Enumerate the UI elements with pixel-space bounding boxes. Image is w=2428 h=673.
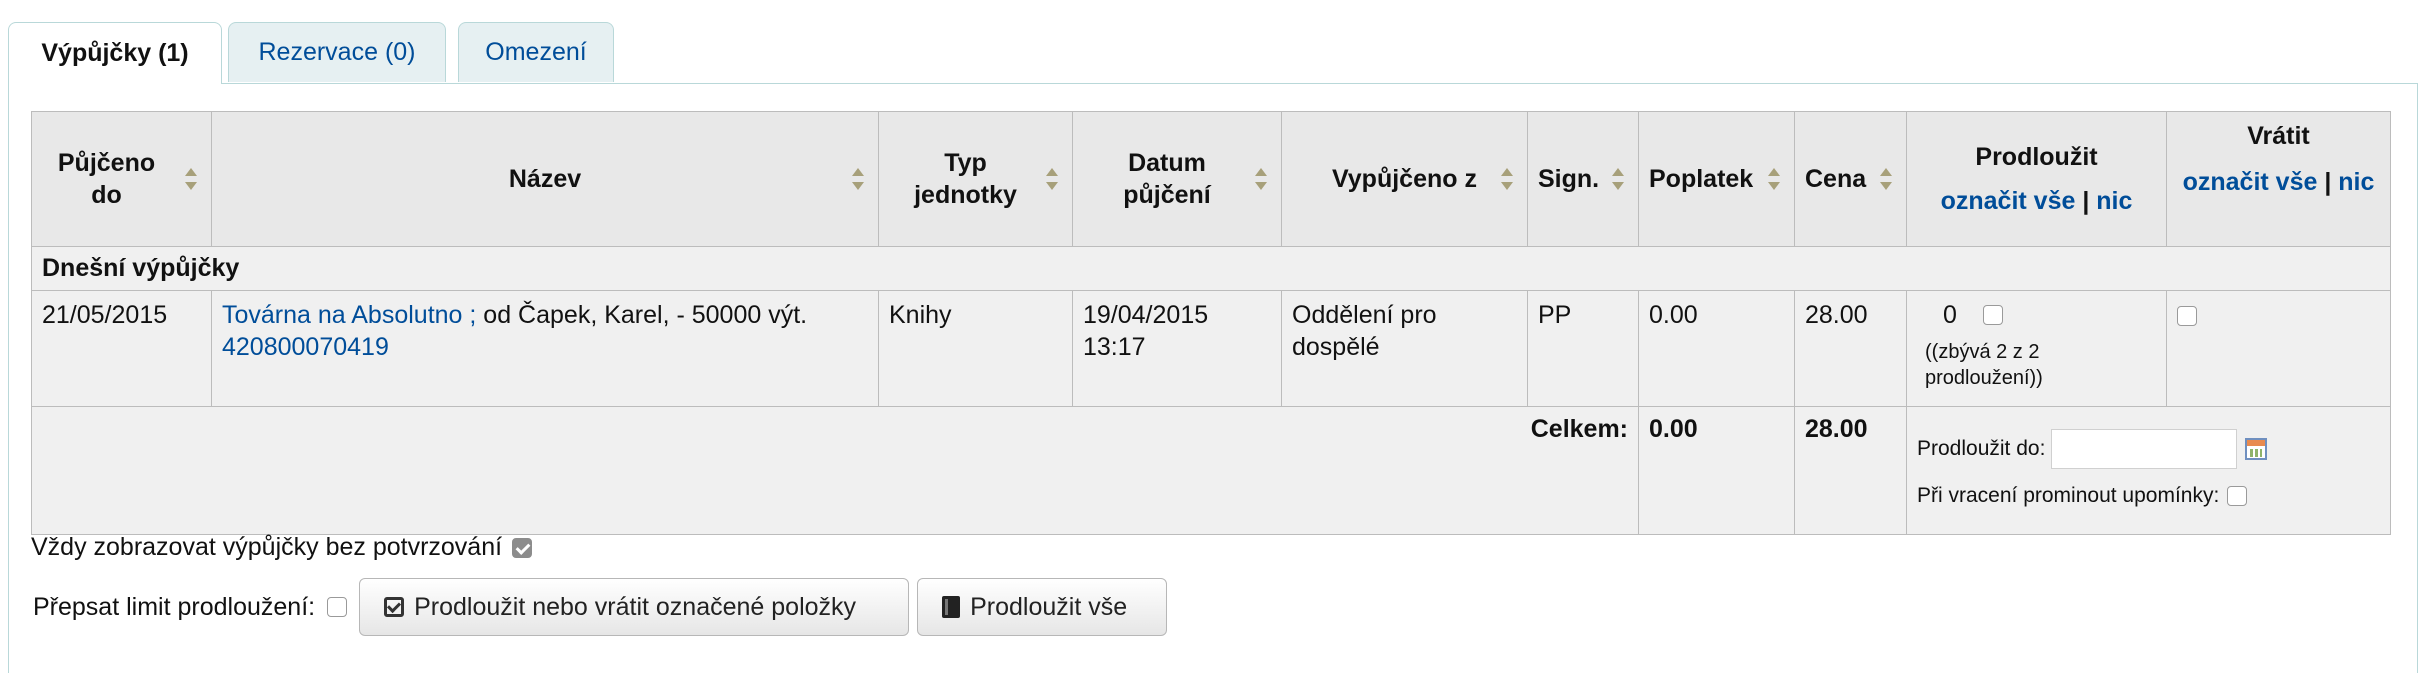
cell-title: Továrna na Absolutno ; od Čapek, Karel, … <box>211 290 879 407</box>
col-issuedate[interactable]: Datum půjčení <box>1072 111 1282 247</box>
renew-select-all-link[interactable]: označit vše <box>1941 187 2076 215</box>
group-label: Dnešní výpůjčky <box>31 246 2391 291</box>
col-branch-label: Vypůjčeno z <box>1332 165 1477 193</box>
col-issuedate-label: Datum půjčení <box>1123 149 1211 209</box>
col-itemtype[interactable]: Typ jednotky <box>878 111 1073 247</box>
col-itemtype-label: Typ jednotky <box>914 149 1017 209</box>
tab-holds[interactable]: Rezervace (0) <box>228 22 446 82</box>
col-callno-label: Sign. <box>1538 165 1600 193</box>
skip-reminders-checkbox[interactable] <box>2227 486 2248 506</box>
separator: | <box>2082 187 2090 215</box>
renew-all-label: Prodloužit vše <box>970 592 1128 621</box>
always-show-label: Vždy zobrazovat výpůjčky bez potvrzování <box>31 533 503 561</box>
col-renew: Prodloužit označit vše | nic <box>1906 111 2167 247</box>
return-checkbox[interactable] <box>2177 306 2197 327</box>
renew-count: 0 <box>1943 301 1957 329</box>
tab-checkouts[interactable]: Výpůjčky (1) <box>8 22 222 84</box>
renew-note: ((zbývá 2 z 2 prodloužení)) <box>1925 341 2043 389</box>
col-renew-label: Prodloužit <box>1975 143 2098 171</box>
cell-price: 28.00 <box>1794 290 1907 407</box>
table-row: 21/05/2015 Továrna na Absolutno ; od Čap… <box>31 290 2391 407</box>
totals-charge: 0.00 <box>1638 406 1795 535</box>
cell-issuedate: 19/04/2015 13:17 <box>1072 290 1282 407</box>
cell-charge: 0.00 <box>1638 290 1795 407</box>
col-return: Vrátit označit vše | nic <box>2166 111 2391 247</box>
renew-until-input[interactable] <box>2051 429 2238 469</box>
totals-label: Celkem: <box>31 406 1639 535</box>
sort-icon <box>852 168 864 190</box>
renew-until-label: Prodloužit do: <box>1917 437 2046 460</box>
col-branch[interactable]: Vypůjčeno z <box>1281 111 1528 247</box>
separator: | <box>2324 168 2332 196</box>
totals-price: 28.00 <box>1794 406 1907 535</box>
renew-all-button[interactable]: Prodloužit vše <box>917 578 1168 636</box>
issuedate-value: 19/04/2015 13:17 <box>1083 301 1209 361</box>
sort-icon <box>185 168 197 190</box>
renew-or-return-label: Prodloužit nebo vrátit označené položky <box>414 592 857 621</box>
barcode-link[interactable]: 420800070419 <box>222 333 389 361</box>
override-limit-label: Přepsat limit prodloužení: <box>33 592 316 621</box>
renew-checkbox[interactable] <box>1982 305 2003 325</box>
sort-icon <box>1255 168 1267 190</box>
book-icon <box>942 596 961 618</box>
skip-reminders-label: Při vracení prominout upomínky: <box>1917 484 2220 507</box>
cell-callno: PP <box>1527 290 1639 407</box>
col-title[interactable]: Název <box>211 111 879 247</box>
checkouts-table: Půjčeno do Název Typ jednotky Datum půjč… <box>31 111 2391 535</box>
tab-restrictions-label: Omezení <box>485 38 587 66</box>
col-title-label: Název <box>508 165 582 193</box>
totals-renew-options: Prodloužit do: Při vracení prominout upo… <box>1906 406 2391 535</box>
return-select-none-link[interactable]: nic <box>2338 168 2374 196</box>
col-callno[interactable]: Sign. <box>1527 111 1639 247</box>
check-square-icon <box>384 597 405 617</box>
renew-select-none-link[interactable]: nic <box>2096 187 2132 215</box>
override-limit-checkbox[interactable] <box>327 597 348 617</box>
sort-icon <box>1612 168 1624 190</box>
cell-branch: Oddělení pro dospělé <box>1281 290 1528 407</box>
col-due-label: Půjčeno do <box>57 149 156 209</box>
cell-return <box>2166 290 2391 407</box>
group-row: Dnešní výpůjčky <box>31 246 2391 291</box>
tab-restrictions[interactable]: Omezení <box>458 22 614 82</box>
branch-value: Oddělení pro dospělé <box>1292 301 1437 361</box>
cell-renew: 0 ((zbývá 2 z 2 prodloužení)) <box>1906 290 2167 407</box>
totals-label-text: Celkem: <box>1530 415 1628 443</box>
col-due[interactable]: Půjčeno do <box>31 111 212 247</box>
tab-holds-label: Rezervace (0) <box>258 38 416 66</box>
cell-due: 21/05/2015 <box>31 290 212 407</box>
always-show-option: Vždy zobrazovat výpůjčky bez potvrzování <box>31 533 533 562</box>
title-author: od Čapek, Karel, - 50000 výt. <box>476 301 808 329</box>
return-select-all-link[interactable]: označit vše <box>2183 168 2318 196</box>
renew-controls: Přepsat limit prodloužení: Prodloužit ne… <box>31 578 1168 636</box>
col-charge[interactable]: Poplatek <box>1638 111 1795 247</box>
sort-icon <box>1768 168 1780 190</box>
sort-icon <box>1880 168 1892 190</box>
tab-checkouts-label: Výpůjčky (1) <box>41 39 189 67</box>
calendar-icon[interactable] <box>2245 438 2268 460</box>
totals-row: Celkem: 0.00 28.00 Prodloužit do: Při vr… <box>31 406 2391 535</box>
sort-icon <box>1046 168 1058 190</box>
sort-icon <box>1501 168 1513 190</box>
renew-or-return-button[interactable]: Prodloužit nebo vrátit označené položky <box>359 578 910 636</box>
col-charge-label: Poplatek <box>1649 165 1754 193</box>
col-price-label: Cena <box>1805 165 1867 193</box>
col-return-label: Vrátit <box>2247 122 2310 150</box>
always-show-checkbox[interactable] <box>512 537 533 558</box>
title-link[interactable]: Továrna na Absolutno ; <box>222 301 476 329</box>
col-price[interactable]: Cena <box>1794 111 1907 247</box>
cell-itemtype: Knihy <box>878 290 1073 407</box>
